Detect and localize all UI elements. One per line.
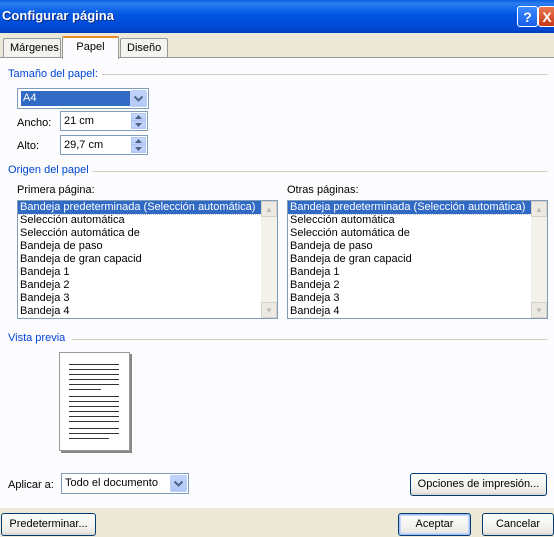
- spin-down-icon[interactable]: [131, 145, 146, 153]
- divider: [92, 171, 548, 172]
- apply-to-value: Todo el documento: [65, 477, 158, 489]
- tab-margenes[interactable]: Márgenes: [3, 38, 61, 58]
- list-item[interactable]: Bandeja 3: [288, 292, 547, 305]
- first-page-label: Primera página:: [17, 184, 95, 196]
- list-item[interactable]: Bandeja predeterminada (Selección automá…: [18, 201, 277, 215]
- first-page-listbox[interactable]: Bandeja predeterminada (Selección automá…: [17, 200, 278, 319]
- spin-down-icon[interactable]: [131, 121, 146, 129]
- list-item[interactable]: Bandeja 2: [18, 279, 277, 292]
- tab-papel[interactable]: Papel: [62, 36, 119, 59]
- preview-section-label: Vista previa: [8, 332, 66, 344]
- list-item[interactable]: Selección automática de: [18, 227, 277, 240]
- height-spinner[interactable]: 29,7 cm: [60, 135, 148, 155]
- list-item[interactable]: Bandeja 1: [288, 266, 547, 279]
- height-label: Alto:: [17, 140, 40, 152]
- paper-size-value: A4: [20, 90, 132, 107]
- scrollbar[interactable]: ▲ ▼: [531, 201, 547, 318]
- paper-size-select[interactable]: A4: [17, 88, 149, 109]
- scroll-up-icon[interactable]: ▲: [531, 201, 547, 217]
- list-item[interactable]: Bandeja de gran capacid: [288, 253, 547, 266]
- list-item[interactable]: Selección automática: [288, 214, 547, 227]
- list-item[interactable]: Bandeja de paso: [18, 240, 277, 253]
- ok-button[interactable]: Aceptar: [398, 513, 471, 536]
- list-item[interactable]: Bandeja 3: [18, 292, 277, 305]
- scroll-down-icon[interactable]: ▼: [531, 302, 547, 318]
- apply-to-label: Aplicar a:: [8, 479, 54, 491]
- list-item[interactable]: Bandeja 4: [288, 305, 547, 318]
- width-label: Ancho:: [17, 117, 52, 129]
- apply-to-select[interactable]: Todo el documento: [61, 473, 189, 494]
- other-pages-label: Otras páginas:: [287, 184, 359, 196]
- page-preview-icon: [59, 352, 130, 451]
- tab-diseno[interactable]: Diseño: [120, 38, 168, 58]
- scrollbar[interactable]: ▲ ▼: [261, 201, 277, 318]
- paper-size-section-label: Tamaño del papel:: [8, 68, 98, 80]
- set-default-button[interactable]: Predeterminar...: [1, 513, 96, 536]
- list-item[interactable]: Bandeja 1: [18, 266, 277, 279]
- list-item[interactable]: Bandeja 2: [288, 279, 547, 292]
- scroll-up-icon[interactable]: ▲: [261, 201, 277, 217]
- print-options-button[interactable]: Opciones de impresión...: [410, 473, 547, 496]
- window-title: Configurar página: [2, 8, 114, 23]
- divider: [102, 74, 548, 75]
- title-bar: Configurar página ? X: [0, 0, 554, 33]
- chevron-down-icon[interactable]: [170, 475, 187, 492]
- spin-up-icon[interactable]: [131, 137, 146, 145]
- list-item[interactable]: Bandeja de gran capacid: [18, 253, 277, 266]
- help-icon[interactable]: ?: [517, 6, 538, 27]
- chevron-down-icon[interactable]: [130, 90, 147, 107]
- spin-up-icon[interactable]: [131, 113, 146, 121]
- divider: [72, 339, 548, 340]
- list-item[interactable]: Bandeja 4: [18, 305, 277, 318]
- paper-source-section-label: Origen del papel: [8, 164, 89, 176]
- width-value: 21 cm: [64, 115, 94, 127]
- width-spinner[interactable]: 21 cm: [60, 111, 148, 131]
- height-value: 29,7 cm: [64, 139, 104, 151]
- list-item[interactable]: Bandeja predeterminada (Selección automá…: [288, 201, 547, 215]
- other-pages-listbox[interactable]: Bandeja predeterminada (Selección automá…: [287, 200, 548, 319]
- scroll-down-icon[interactable]: ▼: [261, 302, 277, 318]
- list-item[interactable]: Bandeja de paso: [288, 240, 547, 253]
- list-item[interactable]: Selección automática de: [288, 227, 547, 240]
- list-item[interactable]: Selección automática: [18, 214, 277, 227]
- close-icon[interactable]: X: [538, 6, 554, 27]
- cancel-button[interactable]: Cancelar: [482, 513, 554, 536]
